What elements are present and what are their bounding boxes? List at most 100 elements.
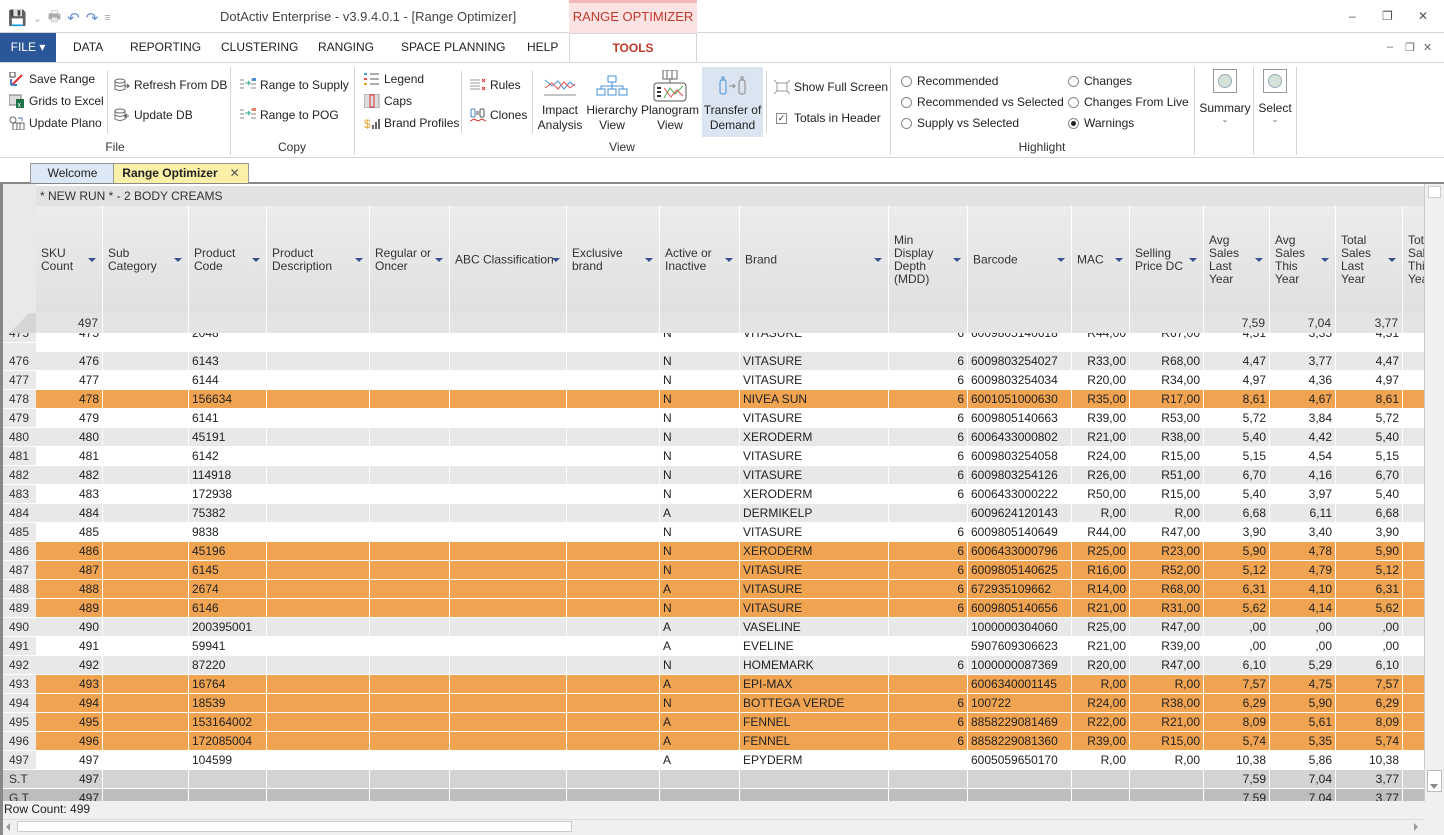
table-row-product-description[interactable] bbox=[267, 694, 370, 713]
table-row-barcode[interactable]: 6009803254034 bbox=[968, 371, 1072, 390]
subtotal-row-sub-category[interactable] bbox=[103, 770, 189, 789]
table-row-mac[interactable]: R20,00 bbox=[1072, 371, 1130, 390]
table-row-brand[interactable]: XERODERM bbox=[740, 542, 889, 561]
table-row-mac[interactable]: R,00 bbox=[1072, 504, 1130, 523]
table-row-regular-or-oncer[interactable] bbox=[370, 618, 450, 637]
table-row-total-sales-this-year[interactable] bbox=[1403, 542, 1424, 561]
table-row-product-code[interactable]: 6142 bbox=[189, 447, 267, 466]
table-row-regular-or-oncer[interactable] bbox=[370, 390, 450, 409]
column-header-total-sales-this-year[interactable]: TotalSalesThisYear bbox=[1403, 206, 1424, 313]
column-header-barcode[interactable]: Barcode bbox=[968, 206, 1072, 313]
table-row-selling-price-dc[interactable]: R51,00 bbox=[1130, 466, 1204, 485]
table-row-sub-category[interactable] bbox=[103, 447, 189, 466]
column-header-min-display-depth[interactable]: Min Display Depth (MDD) bbox=[889, 206, 968, 313]
table-row-barcode[interactable]: 6009805140649 bbox=[968, 523, 1072, 542]
table-row-min-display-depth[interactable] bbox=[889, 504, 968, 523]
horizontal-scrollbar[interactable] bbox=[3, 819, 1424, 833]
filter-dropdown-icon[interactable] bbox=[552, 257, 560, 262]
table-row-product-description[interactable] bbox=[267, 466, 370, 485]
table-row-selling-price-dc[interactable]: R47,00 bbox=[1130, 656, 1204, 675]
table-row-brand[interactable]: VITASURE bbox=[740, 599, 889, 618]
table-row-selling-price-dc[interactable]: R38,00 bbox=[1130, 428, 1204, 447]
table-row-avg-sales-last-year[interactable]: 5,62 bbox=[1204, 599, 1270, 618]
table-row-total-sales-last-year[interactable]: ,00 bbox=[1336, 637, 1403, 656]
row-header[interactable]: 491 bbox=[3, 637, 36, 656]
grandtotal-row-brand[interactable] bbox=[740, 789, 889, 801]
table-row-brand[interactable]: VITASURE bbox=[740, 352, 889, 371]
select-button[interactable]: Select ⌄ bbox=[1257, 69, 1293, 124]
table-row-mac[interactable]: R24,00 bbox=[1072, 447, 1130, 466]
tab-welcome[interactable]: Welcome bbox=[30, 163, 115, 183]
table-row-active-or-inactive[interactable]: N bbox=[660, 409, 740, 428]
hierarchy-view-button[interactable]: Hierarchy View bbox=[585, 69, 639, 133]
table-row-total-sales-last-year[interactable]: 4,47 bbox=[1336, 352, 1403, 371]
table-row-product-code[interactable]: 153164002 bbox=[189, 713, 267, 732]
grandtotal-row-abc-classification[interactable] bbox=[450, 789, 567, 801]
table-row-barcode[interactable]: 6006433000222 bbox=[968, 485, 1072, 504]
table-row-total-sales-this-year[interactable] bbox=[1403, 751, 1424, 770]
table-row-exclusive-brand[interactable] bbox=[567, 713, 660, 732]
row-header[interactable]: 492 bbox=[3, 656, 36, 675]
table-row-total-sales-last-year[interactable]: 6,31 bbox=[1336, 580, 1403, 599]
table-row-product-code[interactable]: 59941 bbox=[189, 637, 267, 656]
table-row-avg-sales-this-year[interactable]: 4,16 bbox=[1270, 466, 1336, 485]
table-row-selling-price-dc[interactable]: R21,00 bbox=[1130, 713, 1204, 732]
undo-icon[interactable]: ↶ bbox=[67, 9, 80, 27]
table-row-avg-sales-last-year[interactable]: 7,57 bbox=[1204, 675, 1270, 694]
subtotal-row-regular-or-oncer[interactable] bbox=[370, 770, 450, 789]
table-row-total-sales-last-year[interactable]: ,00 bbox=[1336, 618, 1403, 637]
column-header-brand[interactable]: Brand bbox=[740, 206, 889, 313]
subtotal-row-sku-count[interactable]: 497 bbox=[36, 770, 103, 789]
table-row-brand[interactable]: VITASURE bbox=[740, 371, 889, 390]
table-row-active-or-inactive[interactable]: N bbox=[660, 352, 740, 371]
grandtotal-row-regular-or-oncer[interactable] bbox=[370, 789, 450, 801]
table-row-barcode[interactable]: 8858229081360 bbox=[968, 732, 1072, 751]
table-row-total-sales-last-year[interactable]: 5,72 bbox=[1336, 409, 1403, 428]
column-header-avg-sales-this-year[interactable]: Avg Sales This Year bbox=[1270, 206, 1336, 313]
table-row-sub-category[interactable] bbox=[103, 713, 189, 732]
menu-ranging[interactable]: RANGING bbox=[318, 33, 374, 62]
table-row-brand[interactable]: XERODERM bbox=[740, 428, 889, 447]
table-row-product-description[interactable] bbox=[267, 637, 370, 656]
table-row-mac[interactable]: R,00 bbox=[1072, 675, 1130, 694]
table-row-sub-category[interactable] bbox=[103, 637, 189, 656]
table-row-min-display-depth[interactable]: 6 bbox=[889, 371, 968, 390]
table-row-total-sales-last-year[interactable]: 6,68 bbox=[1336, 504, 1403, 523]
filter-dropdown-icon[interactable] bbox=[1255, 257, 1263, 262]
table-row-barcode[interactable]: 6009805140625 bbox=[968, 561, 1072, 580]
table-row-regular-or-oncer[interactable] bbox=[370, 656, 450, 675]
table-row-active-or-inactive[interactable]: N bbox=[660, 390, 740, 409]
table-row-active-or-inactive[interactable]: N bbox=[660, 599, 740, 618]
summary-button[interactable]: Summary ⌄ bbox=[1198, 69, 1252, 124]
table-row-sub-category[interactable] bbox=[103, 390, 189, 409]
table-row-sku-count[interactable]: 489 bbox=[36, 599, 103, 618]
radio-changes-from-live[interactable]: Changes From Live bbox=[1068, 95, 1189, 109]
table-row-total-sales-this-year[interactable] bbox=[1403, 694, 1424, 713]
customize-icon[interactable]: ≡ bbox=[104, 12, 110, 24]
table-row-avg-sales-this-year[interactable]: 4,36 bbox=[1270, 371, 1336, 390]
table-row-exclusive-brand[interactable] bbox=[567, 409, 660, 428]
table-row-active-or-inactive[interactable]: N bbox=[660, 428, 740, 447]
table-row-brand[interactable]: VITASURE bbox=[740, 580, 889, 599]
scroll-down-icon[interactable] bbox=[1430, 784, 1438, 789]
table-row-min-display-depth[interactable] bbox=[889, 675, 968, 694]
table-row-avg-sales-this-year[interactable]: 5,61 bbox=[1270, 713, 1336, 732]
table-row-mac[interactable]: R20,00 bbox=[1072, 656, 1130, 675]
table-row-sku-count[interactable]: 476 bbox=[36, 352, 103, 371]
table-row-sku-count[interactable]: 479 bbox=[36, 409, 103, 428]
table-row-exclusive-brand[interactable] bbox=[567, 371, 660, 390]
table-row-total-sales-this-year[interactable] bbox=[1403, 732, 1424, 751]
grandtotal-row-avg-sales-last-year[interactable]: 7,59 bbox=[1204, 789, 1270, 801]
column-header-avg-sales-last-year[interactable]: Avg Sales Last Year bbox=[1204, 206, 1270, 313]
brand-profiles-button[interactable]: $ Brand Profiles bbox=[364, 116, 459, 131]
mdi-minimize-icon[interactable]: – bbox=[1387, 41, 1393, 53]
grids-to-excel-button[interactable]: x Grids to Excel bbox=[8, 94, 104, 109]
table-row-abc-classification[interactable] bbox=[450, 466, 567, 485]
row-header[interactable]: 483 bbox=[3, 485, 36, 504]
table-row-barcode[interactable]: 6009803254058 bbox=[968, 447, 1072, 466]
row-header[interactable]: 481 bbox=[3, 447, 36, 466]
table-row-brand[interactable]: VASELINE bbox=[740, 618, 889, 637]
legend-button[interactable]: Legend bbox=[364, 72, 424, 86]
table-row-sku-count[interactable]: 492 bbox=[36, 656, 103, 675]
table-row-sub-category[interactable] bbox=[103, 504, 189, 523]
